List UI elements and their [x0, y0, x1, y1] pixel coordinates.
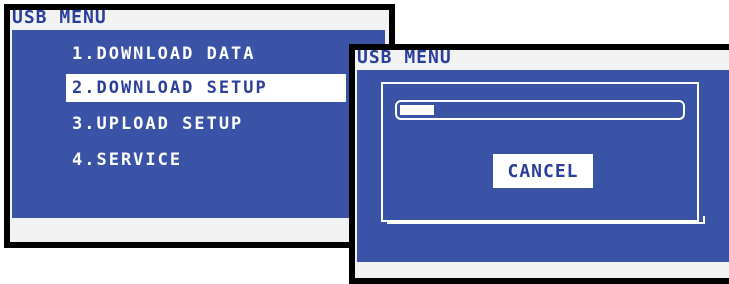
- cancel-button[interactable]: CANCEL: [493, 154, 593, 188]
- progress-bar: [395, 100, 685, 120]
- screen-display: USB MENU 1.DOWNLOAD DATA 2.DOWNLOAD SETU…: [10, 10, 389, 242]
- progress-dialog: CANCEL: [381, 82, 699, 222]
- screen-title: USB MENU: [357, 50, 452, 68]
- menu-item-service[interactable]: 4.SERVICE: [66, 146, 188, 174]
- usb-progress-screen: USB MENU CANCEL: [349, 44, 729, 284]
- screen-title: USB MENU: [12, 10, 107, 28]
- screen-display: USB MENU CANCEL: [355, 50, 729, 278]
- menu-item-download-setup[interactable]: 2.DOWNLOAD SETUP: [66, 74, 346, 102]
- menu-panel: 1.DOWNLOAD DATA 2.DOWNLOAD SETUP 3.UPLOA…: [12, 30, 385, 218]
- menu-item-download-data[interactable]: 1.DOWNLOAD DATA: [66, 40, 262, 68]
- progress-panel: CANCEL: [357, 70, 729, 262]
- progress-bar-fill: [400, 105, 434, 115]
- menu-item-upload-setup[interactable]: 3.UPLOAD SETUP: [66, 110, 249, 138]
- usb-menu-screen: USB MENU 1.DOWNLOAD DATA 2.DOWNLOAD SETU…: [4, 4, 395, 248]
